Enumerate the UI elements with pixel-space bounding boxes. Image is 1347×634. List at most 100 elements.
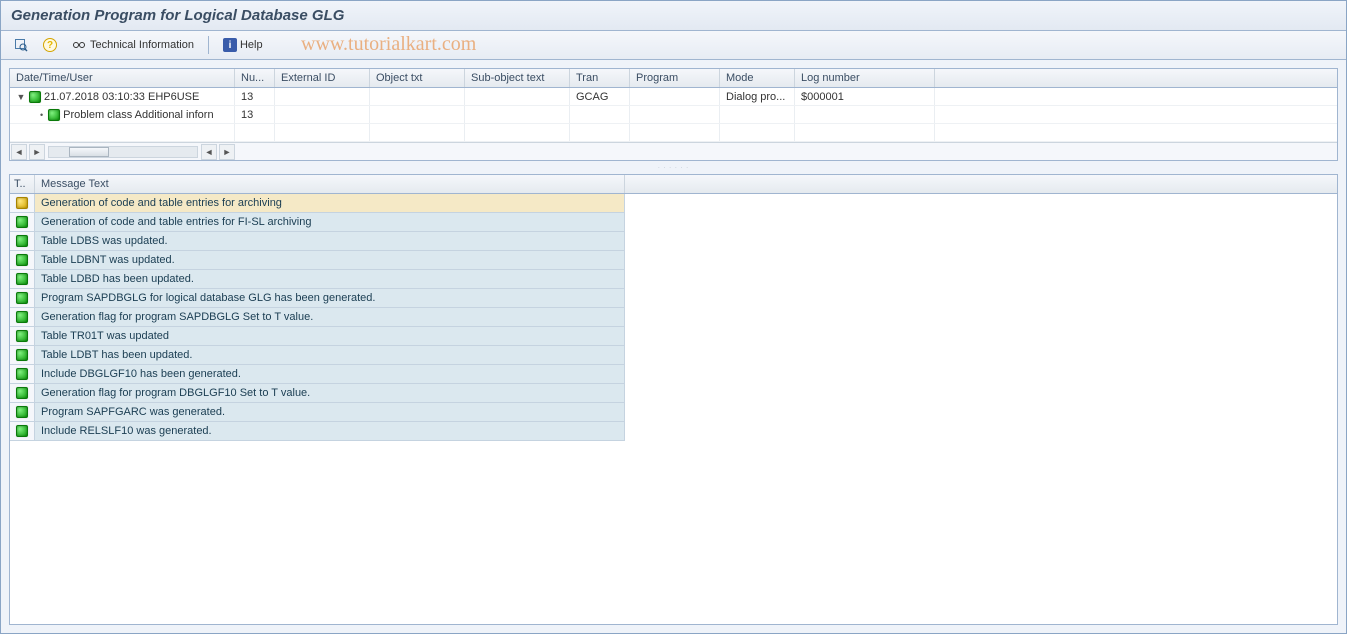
log-row[interactable]: ▼ 21.07.2018 03:10:33 EHP6USE 13 GCAG Di… — [10, 88, 1337, 106]
message-text-cell: Table LDBT has been updated. — [35, 346, 625, 365]
col-header-message-text[interactable]: Message Text — [35, 175, 625, 193]
log-grid: Date/Time/User Nu... External ID Object … — [9, 68, 1338, 161]
message-text-cell: Generation flag for program SAPDBGLG Set… — [35, 308, 625, 327]
log-prog-cell — [630, 106, 720, 123]
log-obj-cell — [370, 88, 465, 105]
help-label: Help — [240, 39, 263, 51]
message-row[interactable]: Program SAPFGARC was generated. — [10, 403, 1337, 422]
status-success-icon — [16, 216, 28, 228]
scroll-thumb[interactable] — [69, 147, 109, 157]
print-preview-icon — [13, 37, 29, 53]
status-success-icon — [16, 292, 28, 304]
log-lognum-cell: $000001 — [795, 88, 935, 105]
splitter-handle[interactable]: · · · · · · — [9, 165, 1338, 170]
message-row[interactable]: Table TR01T was updated — [10, 327, 1337, 346]
message-row[interactable]: Table LDBS was updated. — [10, 232, 1337, 251]
message-status-cell — [10, 232, 35, 251]
message-text-cell: Program SAPFGARC was generated. — [35, 403, 625, 422]
scroll-left-icon[interactable]: ◄ — [11, 144, 27, 160]
title-bar: Generation Program for Logical Database … — [1, 1, 1346, 31]
tech-info-label: Technical Information — [90, 39, 194, 51]
message-row[interactable]: Generation flag for program SAPDBGLG Set… — [10, 308, 1337, 327]
message-text-cell: Table LDBD has been updated. — [35, 270, 625, 289]
col-header-nu[interactable]: Nu... — [235, 69, 275, 87]
watermark: www.tutorialkart.com — [301, 33, 476, 56]
message-status-cell — [10, 194, 35, 213]
scroll-right-icon[interactable]: ► — [29, 144, 45, 160]
message-status-cell — [10, 289, 35, 308]
col-header-blank — [935, 69, 1337, 87]
message-status-cell — [10, 384, 35, 403]
message-grid-body: Generation of code and table entries for… — [10, 194, 1337, 624]
log-child-text: Problem class Additional inforn — [63, 109, 213, 121]
col-header-sub-object[interactable]: Sub-object text — [465, 69, 570, 87]
message-text-cell: Generation flag for program DBGLGF10 Set… — [35, 384, 625, 403]
toolbar-separator — [208, 36, 209, 54]
status-led-icon — [48, 109, 60, 121]
scroll-col-right-icon[interactable]: ► — [219, 144, 235, 160]
log-nu-cell: 13 — [235, 106, 275, 123]
log-ext-cell — [275, 106, 370, 123]
message-row[interactable]: Program SAPDBGLG for logical database GL… — [10, 289, 1337, 308]
col-header-log-number[interactable]: Log number — [795, 69, 935, 87]
message-status-cell — [10, 308, 35, 327]
help-button[interactable]: i Help — [219, 36, 267, 54]
log-sub-cell — [465, 106, 570, 123]
message-row[interactable]: Generation of code and table entries for… — [10, 194, 1337, 213]
message-row[interactable]: Table LDBNT was updated. — [10, 251, 1337, 270]
status-success-icon — [16, 254, 28, 266]
status-warning-icon — [16, 197, 28, 209]
log-tran-cell: GCAG — [570, 88, 630, 105]
log-blank-cell — [935, 106, 1337, 123]
message-text-cell: Generation of code and table entries for… — [35, 213, 625, 232]
log-date-text: 21.07.2018 03:10:33 EHP6USE — [44, 91, 199, 103]
log-mode-cell — [720, 106, 795, 123]
scroll-col-left-icon[interactable]: ◄ — [201, 144, 217, 160]
status-success-icon — [16, 273, 28, 285]
col-header-mode[interactable]: Mode — [720, 69, 795, 87]
message-row[interactable]: Generation of code and table entries for… — [10, 213, 1337, 232]
log-row[interactable]: • Problem class Additional inforn 13 — [10, 106, 1337, 124]
message-text-cell: Table TR01T was updated — [35, 327, 625, 346]
log-mode-cell: Dialog pro... — [720, 88, 795, 105]
message-row[interactable]: Table LDBT has been updated. — [10, 346, 1337, 365]
message-text-cell: Table LDBS was updated. — [35, 232, 625, 251]
col-header-tran[interactable]: Tran — [570, 69, 630, 87]
window-title: Generation Program for Logical Database … — [11, 7, 344, 24]
message-row[interactable]: Include DBGLGF10 has been generated. — [10, 365, 1337, 384]
col-header-object-txt[interactable]: Object txt — [370, 69, 465, 87]
toolbar: ? Technical Information i Help www.tutor… — [1, 31, 1346, 60]
message-text-cell: Table LDBNT was updated. — [35, 251, 625, 270]
log-date-cell: ▼ 21.07.2018 03:10:33 EHP6USE — [10, 88, 235, 105]
status-success-icon — [16, 387, 28, 399]
col-header-program[interactable]: Program — [630, 69, 720, 87]
message-row[interactable]: Table LDBD has been updated. — [10, 270, 1337, 289]
status-success-icon — [16, 311, 28, 323]
log-grid-scrollbar[interactable]: ◄ ► ◄ ► — [10, 142, 1337, 160]
message-text-cell: Program SAPDBGLG for logical database GL… — [35, 289, 625, 308]
glasses-icon — [71, 37, 87, 53]
status-success-icon — [16, 425, 28, 437]
col-header-external-id[interactable]: External ID — [275, 69, 370, 87]
log-lognum-cell — [795, 106, 935, 123]
tech-info-button[interactable]: Technical Information — [67, 35, 198, 55]
status-success-icon — [16, 349, 28, 361]
print-preview-button[interactable] — [9, 35, 33, 55]
col-header-type[interactable]: T.. — [10, 175, 35, 193]
message-status-cell — [10, 327, 35, 346]
message-text-cell: Include DBGLGF10 has been generated. — [35, 365, 625, 384]
message-text-cell: Generation of code and table entries for… — [35, 194, 625, 213]
help-tip-button[interactable]: ? — [39, 36, 61, 54]
message-status-cell — [10, 270, 35, 289]
status-success-icon — [16, 406, 28, 418]
status-success-icon — [16, 330, 28, 342]
scroll-track[interactable] — [48, 146, 198, 158]
col-header-date[interactable]: Date/Time/User — [10, 69, 235, 87]
message-grid: T.. Message Text Generation of code and … — [9, 174, 1338, 625]
help-icon: ? — [43, 38, 57, 52]
app-window: Generation Program for Logical Database … — [0, 0, 1347, 634]
message-row[interactable]: Generation flag for program DBGLGF10 Set… — [10, 384, 1337, 403]
message-row[interactable]: Include RELSLF10 was generated. — [10, 422, 1337, 441]
message-status-cell — [10, 403, 35, 422]
tree-collapse-icon[interactable]: ▼ — [16, 92, 26, 102]
